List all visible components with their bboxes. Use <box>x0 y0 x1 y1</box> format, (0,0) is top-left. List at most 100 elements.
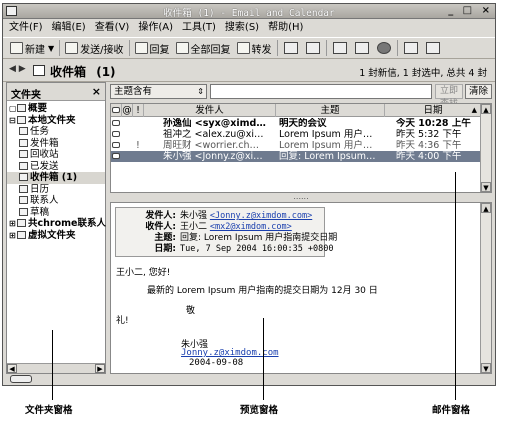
message-header-box: 发件人: 朱小强 <Jonny.z@ximdom.com> 收件人: 王小二 <… <box>115 207 337 257</box>
print-icon[interactable] <box>331 40 349 56</box>
message-list: @ ! 发件人 主题 日期 ▲ 孙逸仙 <syx@ximd… 明天的会议 今天 10… <box>110 103 492 193</box>
menu-actions[interactable]: 操作(A) <box>138 20 173 36</box>
online-status-icon[interactable] <box>10 375 32 383</box>
expander-icon[interactable]: ⊟ <box>9 115 17 127</box>
message-row[interactable]: ! 周旺财 <worrier.ch… Lorem Ipsum 用户… 昨天 4:36 … <box>111 140 481 151</box>
menu-view[interactable]: 查看(V) <box>95 20 130 36</box>
window-controls[interactable]: _ □ × <box>448 5 493 16</box>
reply-label: 回复 <box>149 44 170 56</box>
status-column-icon[interactable] <box>111 104 122 117</box>
find-now-button[interactable]: 立即查找 <box>435 84 463 109</box>
chevron-down-icon[interactable]: ▼ <box>48 44 54 53</box>
to-email-link[interactable]: <mx2@ximdom.com> <box>210 222 292 232</box>
search-input[interactable] <box>210 84 432 99</box>
forward-button[interactable]: 转发 <box>234 38 275 58</box>
callout-preview-pane: 预览窗格 <box>240 405 279 416</box>
priority-flag[interactable]: ! <box>136 140 140 151</box>
message-row[interactable]: 朱小强 <Jonny.z@xi… 回复: Lorem Ipsum… 昨天 4:00 … <box>111 151 481 162</box>
flag-column-icon[interactable]: ! <box>133 104 144 117</box>
expander-icon[interactable]: ▢ <box>9 103 17 115</box>
stop-icon[interactable] <box>375 40 393 56</box>
copy-icon[interactable] <box>304 40 322 56</box>
folder-tree-item[interactable]: 回收站 <box>7 149 105 161</box>
folder-pane-hscrollbar[interactable]: ◀ ▶ <box>7 363 105 373</box>
from-name: 朱小强 <box>180 211 208 221</box>
folder-tree-item[interactable]: ⊞ 虚拟文件夹 <box>7 230 105 242</box>
nav-arrows-icon[interactable]: ◀ ▶ <box>9 64 26 74</box>
scroll-up-icon[interactable]: ▲ <box>481 203 491 213</box>
folder-tree-item[interactable]: 联系人 <box>7 195 105 207</box>
scroll-up-icon[interactable]: ▲ <box>481 104 491 114</box>
menu-file[interactable]: 文件(F) <box>9 20 43 36</box>
menu-edit[interactable]: 编辑(E) <box>52 20 86 36</box>
column-from[interactable]: 发件人 <box>144 104 276 117</box>
folder-tree-item[interactable]: 日历 <box>7 184 105 196</box>
message-list-scrollbar[interactable]: ▲ ▼ <box>480 104 491 192</box>
message-subject: Lorem Ipsum 用户… <box>279 129 373 140</box>
message-from: 孙逸仙 <syx@ximd… <box>163 118 266 129</box>
forward-icon <box>236 42 250 54</box>
title-bar[interactable]: 收件箱 (1) - Email and Calendar _ □ × <box>3 4 495 19</box>
folder-tree-item[interactable]: ⊞ 共chrome联系人 <box>7 218 106 230</box>
scroll-down-icon[interactable]: ▼ <box>481 363 491 373</box>
folder-tree-label: 本地文件夹 <box>28 114 76 126</box>
expander-icon[interactable]: ⊞ <box>9 230 17 242</box>
scroll-down-icon[interactable]: ▼ <box>481 182 491 192</box>
prev-icon[interactable] <box>402 40 420 56</box>
search-scope-select[interactable]: 主题含有 ⇕ <box>110 84 207 99</box>
menu-search[interactable]: 搜索(S) <box>225 20 259 36</box>
message-subject: Lorem Ipsum 用户… <box>279 140 373 151</box>
envelope-icon[interactable] <box>112 129 120 140</box>
expander-icon[interactable]: ⊞ <box>9 218 17 230</box>
next-icon[interactable] <box>424 40 442 56</box>
move-icon[interactable] <box>282 40 300 56</box>
reply-button[interactable]: 回复 <box>132 38 173 58</box>
folder-tree-item[interactable]: ▢ 概要 <box>7 103 105 115</box>
attachment-column-icon[interactable]: @ <box>122 104 133 117</box>
menu-help[interactable]: 帮助(H) <box>268 20 303 36</box>
envelope-icon[interactable] <box>112 140 120 151</box>
clear-button[interactable]: 清除 <box>465 84 492 99</box>
reply-all-button[interactable]: 全部回复 <box>173 38 234 58</box>
column-date-label: 日期 <box>423 105 443 116</box>
folder-tree-label: 回收站 <box>30 149 59 160</box>
preview-scrollbar[interactable]: ▲ ▼ <box>480 203 491 373</box>
pane-splitter[interactable]: ...... <box>110 193 492 201</box>
forward-label: 转发 <box>251 44 272 56</box>
to-key: 收件人: <box>145 222 176 232</box>
folder-tree-item[interactable]: ⊟ 本地文件夹 <box>7 115 105 127</box>
send-receive-button[interactable]: 发送/接收 <box>62 38 126 58</box>
scroll-left-icon[interactable]: ◀ <box>7 364 17 373</box>
message-from: 周旺财 <worrier.ch… <box>163 140 259 151</box>
folder-tree-label: 草稿 <box>30 206 50 218</box>
folder-icon <box>19 138 28 147</box>
current-folder-title: 收件箱 (1) <box>50 63 116 80</box>
toolbar-separator <box>128 40 130 56</box>
message-row[interactable]: 祖冲之 <alex.zu@xi… Lorem Ipsum 用户… 昨天 5:32 下… <box>111 129 481 140</box>
folder-tree-item[interactable]: 已发送 <box>7 161 105 173</box>
send-receive-label: 发送/接收 <box>80 44 124 56</box>
from-value: 朱小强 <Jonny.z@ximdom.com> <box>180 211 312 222</box>
reply-icon <box>134 42 148 54</box>
from-email-link[interactable]: <Jonny.z@ximdom.com> <box>210 211 312 221</box>
column-subject[interactable]: 主题 <box>276 104 385 117</box>
menu-tools[interactable]: 工具(T) <box>182 20 216 36</box>
subject-value: 回复: Lorem Ipsum 用户指南提交日期 <box>180 233 338 243</box>
column-date[interactable]: 日期 ▲ <box>385 104 481 117</box>
trash-icon[interactable] <box>353 40 371 56</box>
folder-tree-item[interactable]: 收件箱 (1) <box>7 172 105 184</box>
close-icon[interactable]: × <box>92 85 101 98</box>
current-folder-count: (1) <box>96 65 116 79</box>
envelope-icon[interactable] <box>112 151 120 162</box>
folder-pane-title: 文件夹 <box>11 90 41 101</box>
envelope-icon[interactable] <box>112 118 120 129</box>
folder-tree-item[interactable]: 发件箱 <box>7 138 105 150</box>
message-row[interactable]: 孙逸仙 <syx@ximd… 明天的会议 今天 10:28 上午 <box>111 118 481 129</box>
subject-key: 主题: <box>154 233 176 243</box>
folder-tree-item[interactable]: 草稿 <box>7 207 105 219</box>
scroll-right-icon[interactable]: ▶ <box>95 364 105 373</box>
folder-tree-item[interactable]: 任务 <box>7 126 105 138</box>
message-date: 昨天 4:36 下午 <box>396 140 462 151</box>
folder-icon <box>19 127 28 135</box>
new-button[interactable]: 新建 ▼ <box>7 38 57 58</box>
